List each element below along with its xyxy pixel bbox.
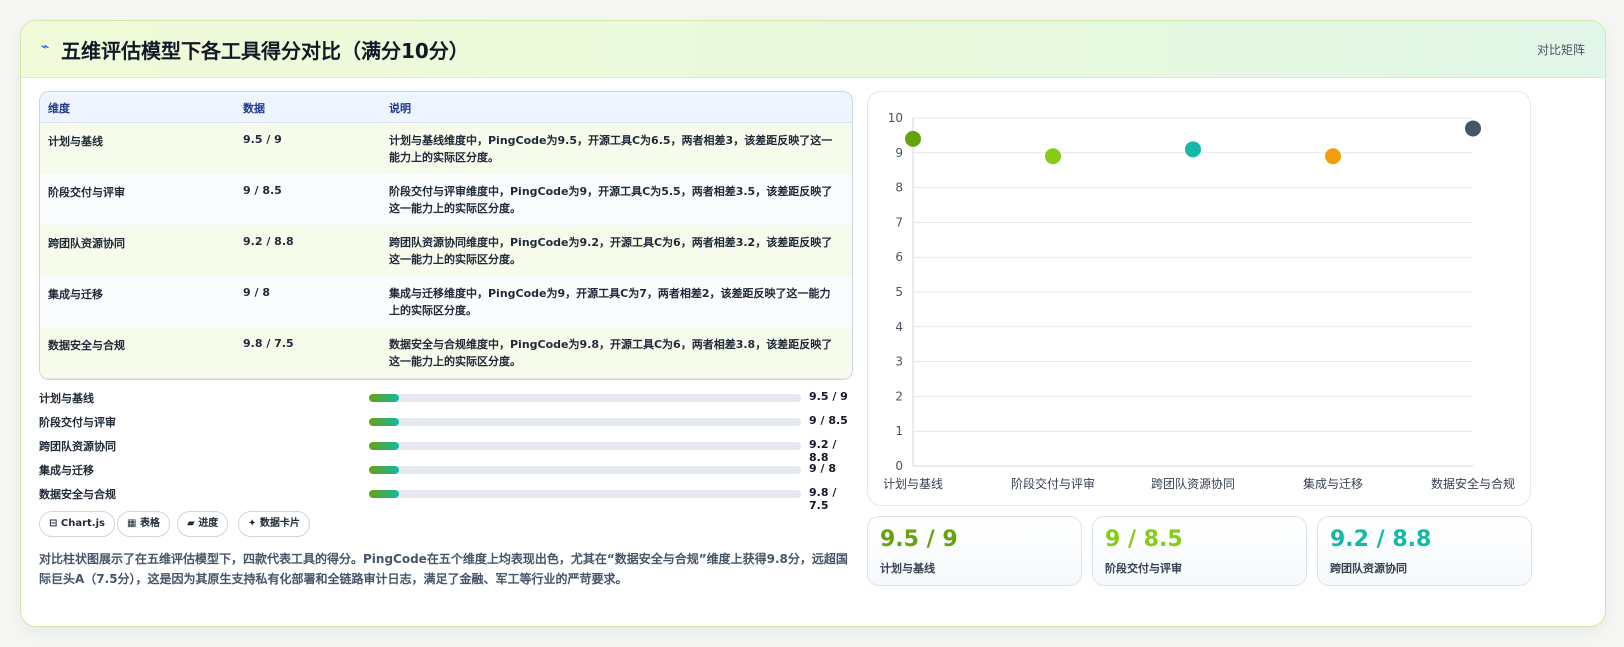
cell-data: 9.5 / 9: [243, 133, 282, 146]
y-tick-label: 8: [895, 181, 903, 195]
chip-label: Chart.js: [60, 518, 105, 529]
stat-value: 9.2 / 8.8: [1330, 527, 1432, 552]
cell-description: 集成与迁移维度中，PingCode为9，开源工具C为7，两者相差2，该差距反映了…: [389, 287, 831, 317]
x-tick-label: 计划与基线: [883, 477, 943, 491]
data-point: [1045, 148, 1061, 165]
y-tick-label: 6: [895, 250, 903, 264]
progress-row: 阶段交付与评审 9 / 8.5: [39, 413, 851, 431]
progress-fill: [369, 466, 400, 474]
data-point: [1185, 141, 1201, 158]
progress-fill: [369, 490, 400, 498]
table-row: 跨团队资源协同 9.2 / 8.8 跨团队资源协同维度中，PingCode为9.2，…: [40, 225, 852, 277]
progress-value: 9.8 / 7.5: [809, 486, 837, 512]
y-tick-label: 1: [895, 424, 903, 438]
y-tick-label: 0: [895, 459, 903, 473]
progress-label: 集成与迁移: [39, 464, 94, 477]
progress-row: 集成与迁移 9 / 8: [39, 461, 851, 479]
stat-card: 9.5 / 9 计划与基线: [867, 516, 1082, 586]
y-tick-label: 4: [895, 320, 903, 334]
progress-fill: [369, 394, 400, 402]
progress-value: 9.5 / 9: [809, 390, 848, 403]
stat-card: 9.2 / 8.8 跨团队资源协同: [1317, 516, 1532, 586]
chip-label: 表格: [139, 518, 160, 529]
cell-data: 9.2 / 8.8: [243, 235, 294, 248]
progress-row: 数据安全与合规 9.8 / 7.5: [39, 485, 851, 512]
progress-label: 阶段交付与评审: [39, 416, 116, 429]
cell-dimension: 阶段交付与评审: [48, 186, 125, 199]
chart-svg: 0 1 2 3 4 5 6 7 8 9 10 计划与基线 阶段交付与评审 跨团队资源协同 集成与迁移 数据安全…: [883, 111, 1515, 491]
progress-label: 数据安全与合规: [39, 488, 116, 501]
chip-label: 进度: [198, 518, 219, 529]
cell-data: 9.8 / 7.5: [243, 337, 294, 350]
score-table: 维度 数据 说明 计划与基线 9.5 / 9 计划与基线维度中，PingCode为9…: [39, 91, 853, 380]
column-header-description: 说明: [389, 102, 411, 115]
progress-row: 跨团队资源协同 9.2 / 8.8: [39, 437, 851, 464]
progress-value: 9 / 8: [809, 462, 836, 475]
cell-dimension: 跨团队资源协同: [48, 237, 125, 250]
cell-description: 阶段交付与评审维度中，PingCode为9，开源工具C为5.5，两者相差3.5，…: [389, 185, 833, 215]
matrix-tag[interactable]: 对比矩阵: [1537, 41, 1585, 58]
chip-sparkle[interactable]: ✦ 数据卡片: [238, 511, 310, 537]
progress-fill: [369, 442, 400, 450]
sparkle-icon: ✦: [248, 518, 257, 529]
cell-dimension: 集成与迁移: [48, 288, 103, 301]
progress-icon: ▰: [187, 518, 195, 529]
cell-data: 9 / 8.5: [243, 184, 282, 197]
progress-label: 跨团队资源协同: [39, 440, 116, 453]
y-tick-label: 10: [888, 111, 903, 125]
table-icon: ▦: [127, 518, 137, 529]
progress-label: 计划与基线: [39, 392, 94, 405]
chip-table[interactable]: ▦ 表格: [117, 511, 170, 537]
chip-progress[interactable]: ▰ 进度: [177, 511, 229, 537]
x-tick-label: 阶段交付与评审: [1011, 476, 1095, 491]
x-tick-label: 跨团队资源协同: [1151, 476, 1235, 491]
table-row: 阶段交付与评审 9 / 8.5 阶段交付与评审维度中，PingCode为9，开源工具…: [40, 174, 852, 226]
chart-spark-icon: ⌁: [41, 39, 50, 55]
progress-value: 9 / 8.5: [809, 414, 848, 427]
grid-icon: ⊟: [49, 518, 58, 529]
y-tick-label: 7: [895, 215, 903, 229]
x-tick-label: 集成与迁移: [1303, 476, 1363, 491]
cell-description: 计划与基线维度中，PingCode为9.5，开源工具C为6.5，两者相差3，该差…: [389, 134, 833, 164]
stat-label: 跨团队资源协同: [1330, 562, 1407, 575]
column-header-dimension: 维度: [48, 102, 70, 115]
page-title: 五维评估模型下各工具得分对比（满分10分）: [61, 39, 469, 63]
table-row: 数据安全与合规 9.8 / 7.5 数据安全与合规维度中，PingCode为9.8，…: [40, 327, 852, 379]
progress-track: [369, 490, 801, 498]
scatter-chart: 0 1 2 3 4 5 6 7 8 9 10 计划与基线 阶段交付与评审 跨团队资源协同 集成与迁移 数据安全…: [867, 91, 1531, 506]
progress-row: 计划与基线 9.5 / 9: [39, 389, 851, 407]
table-row: 集成与迁移 9 / 8 集成与迁移维度中，PingCode为9，开源工具C为7，两者…: [40, 276, 852, 328]
column-header-data: 数据: [243, 102, 265, 115]
stat-value: 9.5 / 9: [880, 527, 958, 552]
y-tick-label: 2: [895, 389, 903, 403]
summary-text: 对比柱状图展示了在五维评估模型下，四款代表工具的得分。PingCode在五个维度…: [39, 552, 848, 586]
stat-card: 9 / 8.5 阶段交付与评审: [1092, 516, 1307, 586]
progress-track: [369, 418, 801, 426]
cell-dimension: 计划与基线: [48, 135, 103, 148]
progress-track: [369, 466, 801, 474]
table-header: 维度 数据 说明: [40, 92, 852, 123]
table-row: 计划与基线 9.5 / 9 计划与基线维度中，PingCode为9.5，开源工具C为…: [40, 123, 852, 175]
data-point: [905, 130, 921, 147]
comparison-card: ⌁ 五维评估模型下各工具得分对比（满分10分） 对比矩阵 维度 数据 说明 计划…: [20, 20, 1606, 627]
y-tick-label: 9: [895, 146, 903, 160]
x-tick-label: 数据安全与合规: [1431, 476, 1515, 491]
progress-track: [369, 394, 801, 402]
cell-dimension: 数据安全与合规: [48, 339, 125, 352]
card-header: ⌁ 五维评估模型下各工具得分对比（满分10分） 对比矩阵: [21, 21, 1605, 78]
progress-track: [369, 442, 801, 450]
cell-description: 跨团队资源协同维度中，PingCode为9.2，开源工具C为6，两者相差3.2，…: [389, 236, 833, 266]
progress-fill: [369, 418, 400, 426]
data-point: [1465, 120, 1481, 137]
stat-label: 计划与基线: [880, 562, 935, 575]
cell-description: 数据安全与合规维度中，PingCode为9.8，开源工具C为6，两者相差3.8，…: [389, 338, 833, 368]
chip-label: 数据卡片: [259, 518, 300, 529]
chip-grid[interactable]: ⊟ Chart.js: [39, 511, 115, 537]
cell-data: 9 / 8: [243, 286, 270, 299]
data-point: [1325, 148, 1341, 165]
y-tick-label: 3: [895, 355, 903, 369]
y-tick-label: 5: [895, 285, 903, 299]
stat-label: 阶段交付与评审: [1105, 562, 1182, 575]
stat-value: 9 / 8.5: [1105, 527, 1183, 552]
